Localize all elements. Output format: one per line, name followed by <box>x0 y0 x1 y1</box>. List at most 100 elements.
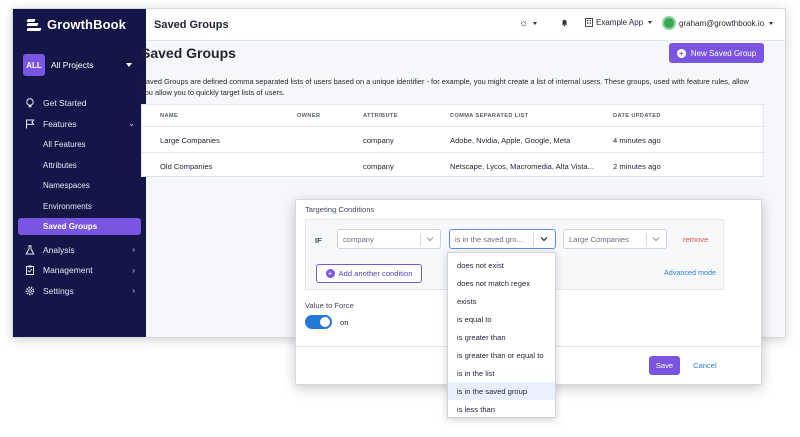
operator-option[interactable]: exists <box>448 292 555 310</box>
sidebar-item-saved-groups[interactable]: Saved Groups <box>18 218 141 236</box>
notifications-button[interactable] <box>560 18 569 27</box>
chevron-right-icon: › <box>132 245 135 255</box>
sidebar-item-namespaces[interactable]: Namespaces <box>13 175 146 196</box>
cell-name: Old Companies <box>160 162 213 171</box>
add-condition-label: Add another condition <box>338 269 413 278</box>
app-name: Example App <box>596 18 644 27</box>
cell-list: Netscape, Lycos, Macromedia, Alta Vista.… <box>450 162 594 171</box>
chevron-right-icon: › <box>132 286 135 296</box>
table-row[interactable]: Large Companies company Adobe, Nvidia, A… <box>142 127 763 152</box>
app-selector[interactable]: Example App <box>585 18 653 27</box>
column-header-date-updated: DATE UPDATED <box>613 113 661 119</box>
remove-condition-link[interactable]: remove <box>683 235 708 244</box>
cell-name: Large Companies <box>160 136 220 145</box>
project-selector[interactable]: ALL All Projects <box>23 53 136 77</box>
bell-icon <box>561 19 568 27</box>
sidebar-subitem-label: Environments <box>43 201 92 211</box>
advanced-mode-link[interactable]: Advanced mode <box>664 268 716 277</box>
operator-option[interactable]: is greater than or equal to <box>448 346 555 364</box>
project-badge: ALL <box>23 54 45 76</box>
chevron-right-icon: › <box>132 265 135 275</box>
building-icon <box>585 18 593 27</box>
page-title: Saved Groups <box>141 45 236 61</box>
theme-toggle[interactable]: ☼ <box>519 18 538 29</box>
chevron-down-icon <box>540 237 548 242</box>
growthbook-logo-icon <box>26 18 42 32</box>
attribute-select[interactable]: company <box>337 229 441 249</box>
sidebar-item-analysis[interactable]: Analysis › <box>13 239 146 260</box>
sidebar-item-management[interactable]: Management › <box>13 260 146 281</box>
sidebar-item-label: Features <box>43 118 77 129</box>
caret-down-icon <box>126 63 132 67</box>
column-header-attribute: ATTRIBUTE <box>363 113 398 119</box>
sidebar-subitem-label: Namespaces <box>43 181 90 191</box>
sidebar-nav: Get Started Features ⌄ All Features Attr… <box>13 93 146 301</box>
plus-circle-icon: + <box>676 48 686 58</box>
sidebar-item-settings[interactable]: Settings › <box>13 281 146 302</box>
saved-groups-table: NAME OWNER ATTRIBUTE COMMA SEPARATED LIS… <box>141 104 764 177</box>
operator-option-highlighted[interactable]: is in the saved group <box>448 382 555 400</box>
plus-circle-icon: + <box>325 269 335 278</box>
value-to-force-label: Value to Force <box>305 301 354 310</box>
column-header-list: COMMA SEPARATED LIST <box>450 113 529 119</box>
saved-group-select-value: Large Companies <box>569 235 629 244</box>
select-divider <box>533 233 534 246</box>
flask-icon <box>25 244 35 255</box>
sidebar-item-label: Management <box>43 265 93 276</box>
new-saved-group-button[interactable]: + New Saved Group <box>669 43 764 63</box>
saved-group-select[interactable]: Large Companies <box>563 229 667 249</box>
operator-option[interactable]: does not exist <box>448 256 555 274</box>
cell-attribute: company <box>363 162 394 171</box>
gear-icon <box>25 286 35 296</box>
brand-name: GrowthBook <box>47 17 126 32</box>
topbar: Saved Groups ☼ Example App graham@growth… <box>146 9 785 41</box>
operator-option[interactable]: does not match regex <box>448 274 555 292</box>
caret-down-icon <box>769 21 774 25</box>
caret-down-icon <box>648 21 653 24</box>
user-email: graham@growthbook.io <box>679 18 765 28</box>
select-divider <box>420 233 421 246</box>
operator-option[interactable]: is less than <box>448 400 555 418</box>
sun-icon: ☼ <box>519 18 529 29</box>
operator-select[interactable]: is in the saved gro... <box>449 229 556 249</box>
sidebar-item-label: Analysis <box>43 244 75 255</box>
sidebar-item-all-features[interactable]: All Features <box>13 134 146 155</box>
add-condition-button[interactable]: + Add another condition <box>316 264 422 283</box>
toggle-knob <box>320 317 330 327</box>
operator-select-value: is in the saved gro... <box>455 235 523 244</box>
cancel-button[interactable]: Cancel <box>693 361 717 370</box>
sidebar-subitem-label: Saved Groups <box>43 222 98 232</box>
sidebar-item-attributes[interactable]: Attributes <box>13 155 146 176</box>
page-description: Saved Groups are defined comma separated… <box>141 77 749 97</box>
sidebar-subitem-label: All Features <box>43 139 86 149</box>
cell-date-updated: 2 minutes ago <box>613 162 661 171</box>
caret-down-icon <box>533 22 538 25</box>
operator-dropdown-menu: does not exist does not match regex exis… <box>447 252 556 418</box>
user-menu[interactable]: graham@growthbook.io <box>662 16 774 30</box>
sidebar-item-features[interactable]: Features ⌄ <box>13 114 146 135</box>
avatar <box>662 16 676 30</box>
save-button[interactable]: Save <box>649 356 680 375</box>
toggle-state-label: on <box>340 318 349 327</box>
table-row[interactable]: Old Companies company Netscape, Lycos, M… <box>142 152 763 177</box>
clipboard-icon <box>25 265 35 276</box>
chevron-down-icon <box>426 237 434 242</box>
cell-attribute: company <box>363 136 394 145</box>
sidebar-item-environments[interactable]: Environments <box>13 196 146 217</box>
brand-logo[interactable]: GrowthBook <box>26 17 126 32</box>
operator-option[interactable]: is in the list <box>448 364 555 382</box>
sidebar-item-label: Get Started <box>43 98 87 109</box>
operator-option[interactable]: is greater than <box>448 328 555 346</box>
sidebar: GrowthBook ALL All Projects Get Started … <box>13 9 146 337</box>
topbar-title: Saved Groups <box>154 19 229 31</box>
operator-option[interactable]: is equal to <box>448 310 555 328</box>
sidebar-item-label: Settings <box>43 285 74 296</box>
lightbulb-icon <box>25 98 35 108</box>
cell-date-updated: 4 minutes ago <box>613 136 661 145</box>
flag-icon <box>25 119 35 129</box>
attribute-select-value: company <box>343 235 374 244</box>
value-toggle[interactable] <box>305 315 332 329</box>
new-saved-group-label: New Saved Group <box>690 48 757 58</box>
cell-list: Adobe, Nvidia, Apple, Google, Meta <box>450 136 571 145</box>
sidebar-item-get-started[interactable]: Get Started <box>13 93 146 114</box>
